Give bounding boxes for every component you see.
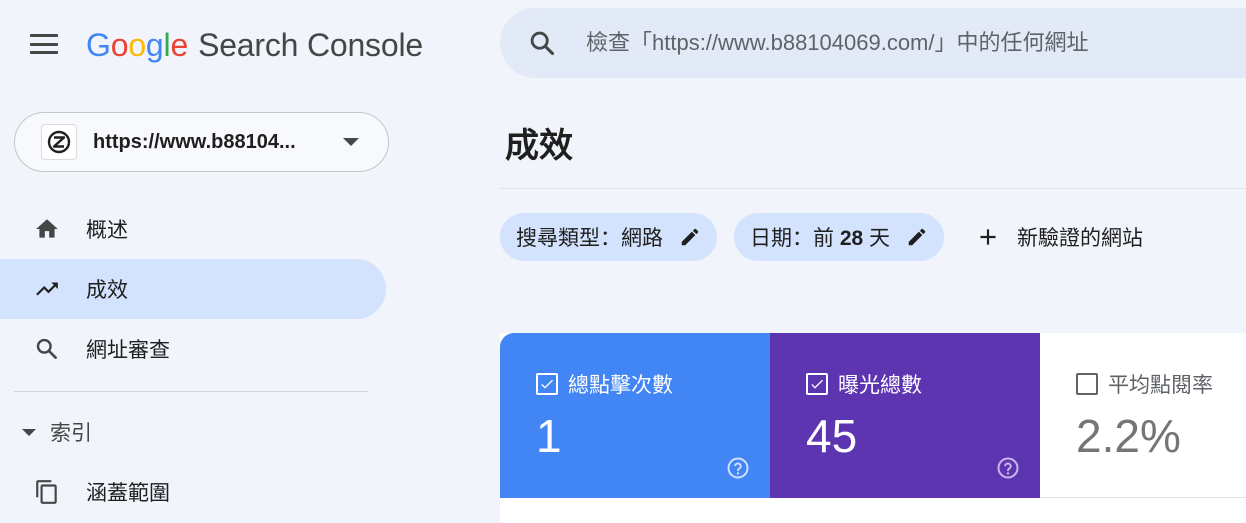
metric-toggle[interactable]: 平均點閱率 — [1076, 369, 1213, 399]
help-icon[interactable] — [996, 456, 1020, 480]
checkbox-unchecked-icon[interactable] — [1076, 373, 1098, 395]
chip-label-suffix: 天 — [863, 227, 891, 250]
chip-label-days: 28 — [839, 227, 864, 250]
metric-value: 45 — [806, 410, 858, 462]
metric-value: 2.2% — [1076, 410, 1181, 462]
search-input[interactable] — [586, 30, 1226, 56]
page-title: 成效 — [505, 127, 573, 165]
logo-letter: g — [145, 27, 164, 63]
copy-pages-icon — [33, 478, 61, 506]
property-selector[interactable]: https://www.b88104... — [14, 112, 389, 172]
edit-pencil-icon — [908, 228, 926, 246]
metric-toggle[interactable]: 總點擊次數 — [536, 369, 673, 399]
search-icon — [530, 31, 555, 56]
search-console-logo[interactable]: Google Search Console — [86, 24, 423, 66]
metric-label: 平均點閱率 — [1108, 374, 1213, 397]
sidebar-item-label: 成效 — [86, 279, 128, 302]
title-divider — [500, 188, 1246, 189]
search-icon — [33, 335, 61, 363]
sidebar-item-overview[interactable]: 概述 — [0, 199, 386, 259]
add-button-label: 新驗證的網站 — [1017, 227, 1143, 250]
logo-letter: o — [110, 27, 129, 63]
site-logo-icon — [47, 130, 71, 154]
menu-icon-bar — [30, 34, 58, 37]
sidebar-divider — [14, 391, 368, 392]
caret-down-icon — [22, 428, 36, 436]
product-name: Search Console — [198, 27, 423, 63]
url-inspection-search[interactable] — [500, 8, 1246, 78]
home-icon — [33, 215, 61, 243]
property-url: https://www.b88104... — [93, 130, 296, 153]
trending-up-icon — [33, 275, 61, 303]
chip-label-prefix: 日期：前 — [750, 227, 840, 250]
metric-toggle[interactable]: 曝光總數 — [806, 369, 922, 399]
add-new-filter-button[interactable]: 新驗證的網站 — [975, 213, 1143, 261]
sidebar-item-label: 網址審查 — [86, 339, 170, 362]
metric-value: 1 — [536, 410, 562, 462]
metric-card-total-clicks[interactable]: 總點擊次數 1 — [500, 333, 770, 498]
edit-pencil-icon — [681, 228, 699, 246]
sidebar-item-label: 涵蓋範圍 — [86, 482, 170, 505]
sidebar-item-coverage[interactable]: 涵蓋範圍 — [0, 462, 386, 522]
main-menu-button[interactable] — [30, 34, 58, 54]
metric-label: 總點擊次數 — [568, 374, 673, 397]
logo-letter: e — [170, 27, 189, 63]
filter-chip-search-type[interactable]: 搜尋類型：網路 — [500, 213, 717, 261]
logo-letter: o — [128, 27, 146, 63]
chip-label: 日期：前 28 天 — [750, 222, 890, 252]
site-favicon — [41, 124, 77, 160]
metric-label: 曝光總數 — [838, 374, 922, 397]
sidebar-item-label: 概述 — [86, 219, 128, 242]
plus-icon — [980, 229, 996, 245]
metric-card-total-impressions[interactable]: 曝光總數 45 — [770, 333, 1040, 498]
sidebar-section-index[interactable]: 索引 — [0, 408, 386, 456]
filter-chip-date[interactable]: 日期：前 28 天 — [734, 213, 945, 261]
logo-letter: G — [86, 27, 111, 63]
checkbox-checked-icon[interactable] — [806, 373, 828, 395]
help-icon[interactable] — [726, 456, 750, 480]
sidebar-item-performance[interactable]: 成效 — [0, 259, 386, 319]
chip-label: 搜尋類型：網路 — [516, 227, 663, 250]
sidebar-item-url-inspection[interactable]: 網址審查 — [0, 319, 386, 379]
metric-card-average-ctr[interactable]: 平均點閱率 2.2% — [1040, 333, 1246, 498]
sidebar-section-label: 索引 — [50, 422, 92, 445]
chevron-down-icon — [343, 138, 359, 146]
menu-icon-bar — [30, 51, 58, 54]
menu-icon-bar — [30, 42, 58, 46]
checkbox-checked-icon[interactable] — [536, 373, 558, 395]
